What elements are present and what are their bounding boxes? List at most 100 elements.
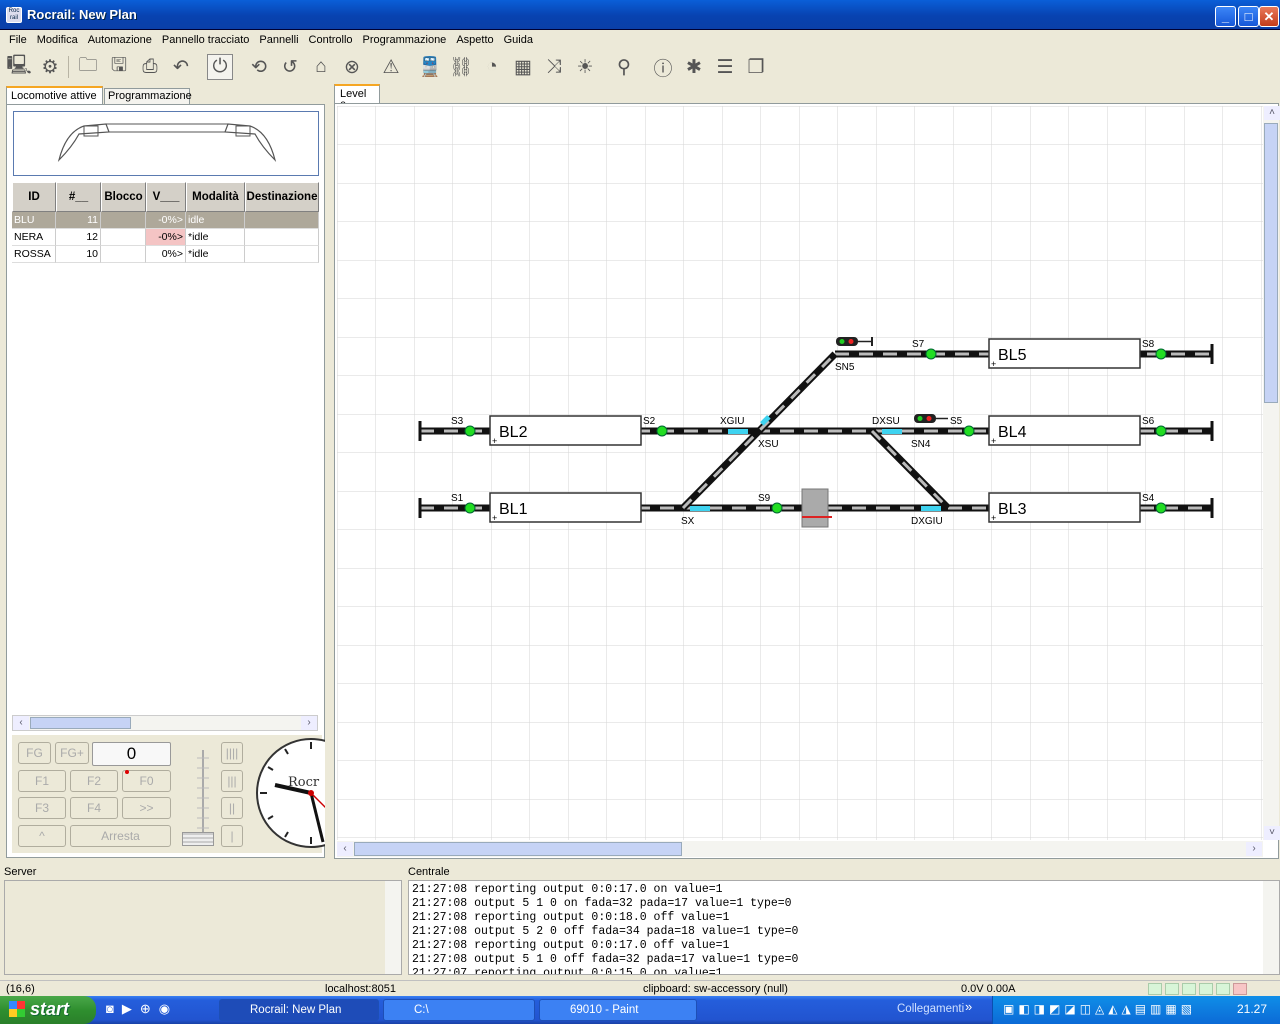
power-icon[interactable]: ⏻ xyxy=(207,54,233,80)
sensor-s4[interactable] xyxy=(1155,502,1167,514)
table-row[interactable]: NERA 12 -0%> *idle xyxy=(12,229,319,246)
more-functions-button[interactable]: >> xyxy=(122,797,171,819)
arresta-button[interactable]: Arresta xyxy=(70,825,171,847)
step-1-button[interactable]: | xyxy=(221,825,243,847)
task-rocrail[interactable]: Rocrail: New Plan xyxy=(219,999,379,1021)
menu-controllo[interactable]: Controllo xyxy=(304,34,358,46)
scroll-thumb[interactable] xyxy=(1264,123,1278,403)
table-horizontal-scrollbar[interactable]: ‹ › xyxy=(12,715,318,731)
sensor-s7[interactable] xyxy=(925,348,937,360)
f2-button[interactable]: F2 xyxy=(70,770,118,792)
block-bl4[interactable]: BL4 + xyxy=(988,415,1141,446)
sensor-s8[interactable] xyxy=(1155,348,1167,360)
server-icon[interactable]: 🖳 xyxy=(6,54,32,80)
f3-button[interactable]: F3 xyxy=(18,797,66,819)
warning-icon[interactable]: ⚠ xyxy=(378,54,404,80)
save-icon[interactable]: 🖫 xyxy=(106,54,132,80)
undo-icon[interactable]: ↶ xyxy=(168,54,194,80)
menu-aspetto[interactable]: Aspetto xyxy=(451,34,498,46)
server-log[interactable] xyxy=(4,880,402,975)
block-bl3[interactable]: BL3 + xyxy=(988,492,1141,523)
stop-icon[interactable]: ⊗ xyxy=(339,54,365,80)
column-destinazione[interactable]: Destinazione xyxy=(245,182,319,212)
column-modalita[interactable]: Modalità xyxy=(186,182,245,212)
sensor-s9[interactable] xyxy=(771,502,783,514)
step-2-button[interactable]: || xyxy=(221,797,243,819)
column-velocita[interactable]: V___ xyxy=(146,182,186,212)
scroll-right-icon[interactable]: › xyxy=(301,716,317,730)
maximize-button[interactable]: □ xyxy=(1238,6,1259,27)
f4-button[interactable]: F4 xyxy=(70,797,118,819)
centrale-log[interactable]: 21:27:08 reporting output 0:0:17.0 on va… xyxy=(408,880,1280,975)
menu-pannelli[interactable]: Pannelli xyxy=(254,34,303,46)
table-row[interactable]: BLU 11 -0%> idle xyxy=(12,212,319,229)
step-3-button[interactable]: ||| xyxy=(221,770,243,792)
minimize-button[interactable]: _ xyxy=(1215,6,1236,27)
sensor-s3[interactable] xyxy=(464,425,476,437)
train-icon[interactable]: 🚆 xyxy=(417,54,443,80)
menu-pannello-tracciato[interactable]: Pannello tracciato xyxy=(157,34,254,46)
task-paint[interactable]: 69010 - Paint xyxy=(539,999,697,1021)
speedometer-icon[interactable]: ◔ xyxy=(479,54,505,80)
tab-programmazione[interactable]: Programmazione xyxy=(104,88,192,104)
switch-xgiu[interactable] xyxy=(728,429,748,434)
reset-icon[interactable]: ↺ xyxy=(277,54,303,80)
scroll-down-icon[interactable]: ˅ xyxy=(1264,826,1280,840)
sensor-s5[interactable] xyxy=(963,425,975,437)
light-icon[interactable]: ☀ xyxy=(572,54,598,80)
sync-icon[interactable]: ⟲ xyxy=(246,54,272,80)
app-icon[interactable]: Roc rail xyxy=(6,7,22,23)
close-button[interactable]: ✕ xyxy=(1259,6,1279,27)
f0-button[interactable]: F0 xyxy=(122,770,171,792)
tray-icons[interactable]: ▣◧◨◩◪◫◬◭◮▤▥▦▧ xyxy=(1003,1002,1196,1016)
print-icon[interactable]: ⎙ xyxy=(137,54,163,80)
scroll-up-icon[interactable]: ˄ xyxy=(1264,106,1280,120)
scroll-thumb[interactable] xyxy=(354,842,682,856)
scroll-left-icon[interactable]: ‹ xyxy=(13,716,29,730)
scroll-thumb[interactable] xyxy=(30,717,131,729)
sensor-s6[interactable] xyxy=(1155,425,1167,437)
routes-icon[interactable]: ⛓ xyxy=(448,54,474,80)
plan-horizontal-scrollbar[interactable]: ‹ › xyxy=(337,841,1263,857)
shuffle-icon[interactable]: ⤨ xyxy=(541,54,567,80)
scroll-right-icon[interactable]: › xyxy=(1246,842,1262,856)
server-scrollbar[interactable] xyxy=(385,881,401,974)
table-row[interactable]: ROSSA 10 0%> *idle xyxy=(12,246,319,263)
menu-automazione[interactable]: Automazione xyxy=(83,34,157,46)
block-bl1[interactable]: BL1 + xyxy=(489,492,642,523)
switch-dxsu[interactable] xyxy=(882,429,902,434)
menu-guida[interactable]: Guida xyxy=(499,34,538,46)
menu-modifica[interactable]: Modifica xyxy=(32,34,83,46)
home-icon[interactable]: ⌂ xyxy=(308,54,334,80)
menu-file[interactable]: File xyxy=(4,34,32,46)
task-console[interactable]: C:\ xyxy=(383,999,535,1021)
info-icon[interactable]: ⓘ xyxy=(650,54,676,80)
track-plan-canvas[interactable]: BL2 + BL1 + BL5 + BL4 + BL3 + S3 S2 S1 S… xyxy=(337,106,1263,840)
plan-vertical-scrollbar[interactable]: ˄ ˅ xyxy=(1263,106,1280,840)
zoom-icon[interactable]: ⚲ xyxy=(611,54,637,80)
centrale-scrollbar[interactable] xyxy=(1263,881,1279,974)
copy-icon[interactable]: ❐ xyxy=(743,54,769,80)
switch-sx[interactable] xyxy=(690,506,710,511)
f1-button[interactable]: F1 xyxy=(18,770,66,792)
slider-handle[interactable] xyxy=(182,832,214,846)
direction-button[interactable]: ^ xyxy=(18,825,66,847)
open-icon[interactable]: 🗀 xyxy=(75,54,101,80)
column-address[interactable]: #__ xyxy=(56,182,101,212)
bug-icon[interactable]: ✱ xyxy=(681,54,707,80)
block-bl5[interactable]: BL5 + xyxy=(988,338,1141,369)
tab-locomotive-attive[interactable]: Locomotive attive xyxy=(6,86,103,104)
grid-icon[interactable]: ▦ xyxy=(510,54,536,80)
column-blocco[interactable]: Blocco xyxy=(101,182,146,212)
links-toolbar[interactable]: Collegamenti xyxy=(897,1003,964,1015)
fg-button[interactable]: FG xyxy=(18,742,51,764)
scroll-left-icon[interactable]: ‹ xyxy=(337,842,353,856)
links-expand-icon[interactable]: » xyxy=(965,999,972,1014)
column-id[interactable]: ID xyxy=(12,182,56,212)
settings-icon[interactable]: ⚙ xyxy=(37,54,63,80)
list-icon[interactable]: ☰ xyxy=(712,54,738,80)
step-4-button[interactable]: |||| xyxy=(221,742,243,764)
sensor-s2[interactable] xyxy=(656,425,668,437)
menu-programmazione[interactable]: Programmazione xyxy=(358,34,452,46)
switch-dxgiu[interactable] xyxy=(921,506,941,511)
